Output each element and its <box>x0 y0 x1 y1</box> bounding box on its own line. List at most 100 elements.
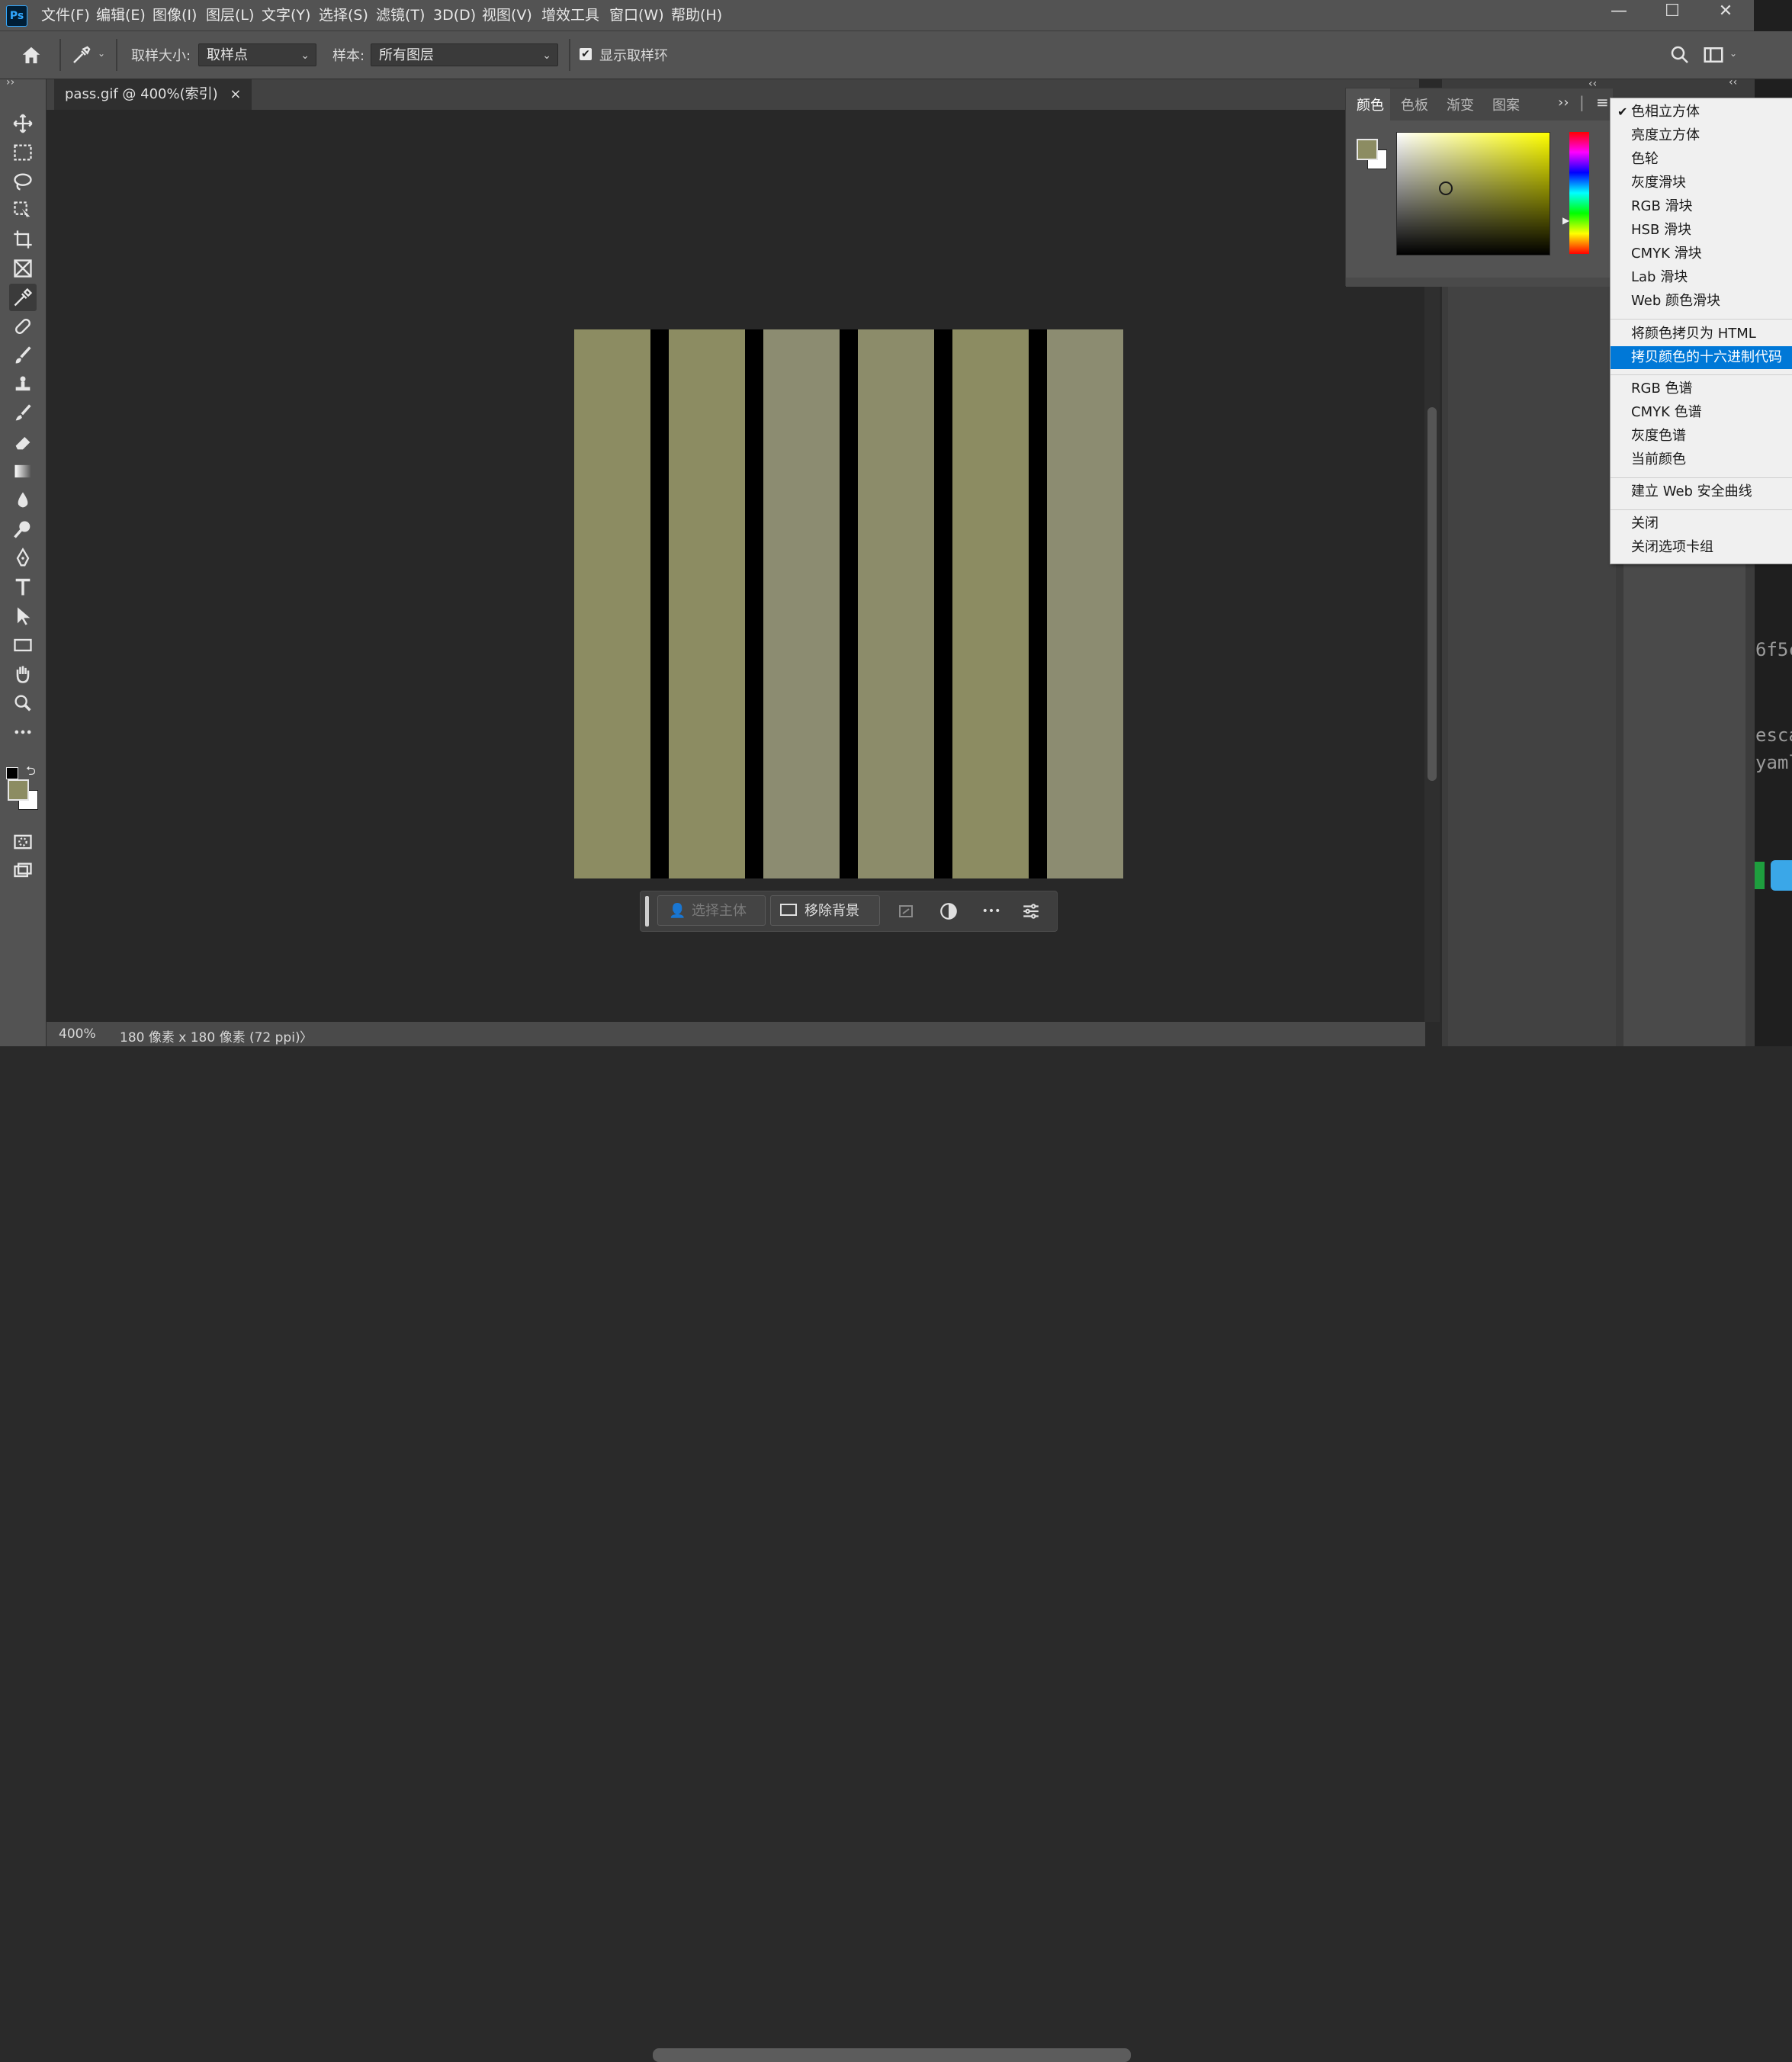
saturation-value-field[interactable] <box>1396 132 1550 255</box>
type-tool-icon[interactable] <box>9 573 37 601</box>
menu-item-label: 色相立方体 <box>1631 104 1700 120</box>
menu-item-color-wheel[interactable]: 色轮 <box>1611 148 1792 171</box>
search-icon[interactable] <box>1668 43 1691 66</box>
collapse-panels-icon[interactable]: ‹‹ <box>1729 76 1737 88</box>
menu-edit[interactable]: 编辑(E) <box>96 0 146 31</box>
menu-window[interactable]: 窗口(W) <box>609 0 664 31</box>
tool-preset-picker[interactable]: ⌄ <box>70 43 105 66</box>
menu-item-make-web-safe-ramp[interactable]: 建立 Web 安全曲线 <box>1611 480 1792 503</box>
panel-menu-icon[interactable]: ≡ <box>1596 93 1609 111</box>
menu-item-lab-slider[interactable]: Lab 滑块 <box>1611 266 1792 289</box>
menu-image[interactable]: 图像(I) <box>153 0 197 31</box>
screen-mode-icon[interactable] <box>9 857 37 885</box>
gradient-tool-icon[interactable] <box>9 458 37 485</box>
maximize-button[interactable]: ☐ <box>1646 0 1699 23</box>
panel-resize-handle[interactable] <box>1346 278 1613 287</box>
frame-tool-icon[interactable] <box>9 255 37 282</box>
color-picker-ring[interactable] <box>1439 181 1453 195</box>
sample-size-value: 取样点 <box>207 47 248 63</box>
brush-tool-icon[interactable] <box>9 342 37 369</box>
menu-help[interactable]: 帮助(H) <box>671 0 722 31</box>
adjustment-icon[interactable] <box>936 899 961 923</box>
collapse-tools-icon[interactable]: ›› <box>6 76 14 88</box>
lasso-tool-icon[interactable] <box>9 168 37 195</box>
menu-file[interactable]: 文件(F) <box>41 0 90 31</box>
marquee-tool-icon[interactable] <box>9 139 37 166</box>
canvas-area[interactable]: 👤 选择主体 移除背景 ••• <box>47 110 1425 1022</box>
menu-item-cmyk-spectrum[interactable]: CMYK 色谱 <box>1611 401 1792 424</box>
select-subject-button[interactable]: 👤 选择主体 <box>657 895 766 926</box>
hue-slider[interactable] <box>1569 132 1589 254</box>
sample-size-select[interactable]: 取样点 ⌄ <box>198 43 316 66</box>
menu-3d[interactable]: 3D(D) <box>433 0 476 31</box>
zoom-level[interactable]: 400% <box>59 1026 96 1042</box>
rectangle-tool-icon[interactable] <box>9 631 37 659</box>
minimize-button[interactable]: — <box>1592 0 1646 23</box>
close-window-button[interactable]: ✕ <box>1699 0 1752 23</box>
object-select-tool-icon[interactable] <box>9 197 37 224</box>
eraser-tool-icon[interactable] <box>9 429 37 456</box>
menu-item-grayscale-slider[interactable]: 灰度滑块 <box>1611 172 1792 194</box>
horizontal-scroll-thumb[interactable] <box>653 2048 1131 2062</box>
menu-item-close[interactable]: 关闭 <box>1611 512 1792 535</box>
menu-item-label: CMYK 色谱 <box>1631 404 1702 420</box>
show-ring-checkbox[interactable]: ✔ <box>580 48 592 60</box>
zoom-tool-icon[interactable] <box>9 689 37 717</box>
drag-handle[interactable] <box>645 896 649 927</box>
menu-item-current-colors[interactable]: 当前颜色 <box>1611 448 1792 471</box>
home-icon[interactable] <box>20 44 43 67</box>
dodge-tool-icon[interactable] <box>9 516 37 543</box>
tab-gradients[interactable]: 渐变 <box>1447 95 1474 114</box>
transform-icon[interactable] <box>894 899 918 923</box>
remove-background-button[interactable]: 移除背景 <box>770 895 880 926</box>
tab-color[interactable]: 颜色 <box>1357 95 1384 114</box>
document-image[interactable] <box>574 329 1123 878</box>
menu-filter[interactable]: 滤镜(T) <box>376 0 425 31</box>
menu-item-web-color-slider[interactable]: Web 颜色滑块 <box>1611 290 1792 313</box>
foreground-color-swatch[interactable] <box>8 779 29 801</box>
tab-patterns[interactable]: 图案 <box>1492 95 1520 114</box>
menu-item-copy-hex-code[interactable]: 拷贝颜色的十六进制代码 <box>1611 346 1792 369</box>
stamp-tool-icon[interactable] <box>9 371 37 398</box>
pen-tool-icon[interactable] <box>9 544 37 572</box>
menu-item-close-tab-group[interactable]: 关闭选项卡组 <box>1611 536 1792 559</box>
default-colors-icon[interactable] <box>6 767 18 779</box>
menu-item-hue-cube[interactable]: ✔ 色相立方体 <box>1611 101 1792 124</box>
workspace-switcher-icon[interactable]: ⌄ <box>1702 43 1740 66</box>
hand-tool-icon[interactable] <box>9 660 37 688</box>
more-tools-icon[interactable] <box>9 718 37 746</box>
quick-mask-icon[interactable] <box>9 828 37 856</box>
settings-sliders-icon[interactable] <box>1019 899 1043 923</box>
tab-swatches[interactable]: 色板 <box>1401 95 1428 114</box>
bg-code-snippet: yaml <box>1755 752 1792 773</box>
hue-slider-marker-icon[interactable]: ▶ <box>1562 215 1569 226</box>
healing-brush-icon[interactable] <box>9 313 37 340</box>
menu-view[interactable]: 视图(V) <box>482 0 532 31</box>
more-options-icon[interactable]: ••• <box>979 899 1004 923</box>
bg-code-snippet: esca <box>1755 724 1792 746</box>
menu-item-cmyk-slider[interactable]: CMYK 滑块 <box>1611 242 1792 265</box>
foreground-color-swatch[interactable] <box>1357 139 1378 160</box>
move-tool-icon[interactable] <box>9 110 37 137</box>
menu-item-rgb-spectrum[interactable]: RGB 色谱 <box>1611 377 1792 400</box>
close-tab-icon[interactable]: × <box>230 86 241 102</box>
menu-item-grayscale-spectrum[interactable]: 灰度色谱 <box>1611 425 1792 448</box>
blur-tool-icon[interactable] <box>9 487 37 514</box>
menu-item-copy-as-html[interactable]: 将颜色拷贝为 HTML <box>1611 323 1792 345</box>
menu-type[interactable]: 文字(Y) <box>262 0 310 31</box>
vertical-scroll-thumb[interactable] <box>1427 407 1437 781</box>
status-menu-arrow[interactable]: 〉 <box>300 1026 313 1045</box>
document-tab[interactable]: pass.gif @ 400%(索引) × <box>54 79 252 110</box>
history-brush-icon[interactable] <box>9 400 37 427</box>
menu-item-brightness-cube[interactable]: 亮度立方体 <box>1611 124 1792 147</box>
crop-tool-icon[interactable] <box>9 226 37 253</box>
eyedropper-tool-icon[interactable] <box>9 284 37 311</box>
menu-plugins[interactable]: 增效工具 <box>541 0 599 31</box>
menu-select[interactable]: 选择(S) <box>319 0 368 31</box>
menu-item-rgb-slider[interactable]: RGB 滑块 <box>1611 195 1792 218</box>
path-select-icon[interactable] <box>9 602 37 630</box>
menu-item-hsb-slider[interactable]: HSB 滑块 <box>1611 219 1792 242</box>
expand-tabs-icon[interactable]: ›› <box>1558 95 1569 111</box>
menu-layer[interactable]: 图层(L) <box>206 0 254 31</box>
sample-select[interactable]: 所有图层 ⌄ <box>371 43 558 66</box>
